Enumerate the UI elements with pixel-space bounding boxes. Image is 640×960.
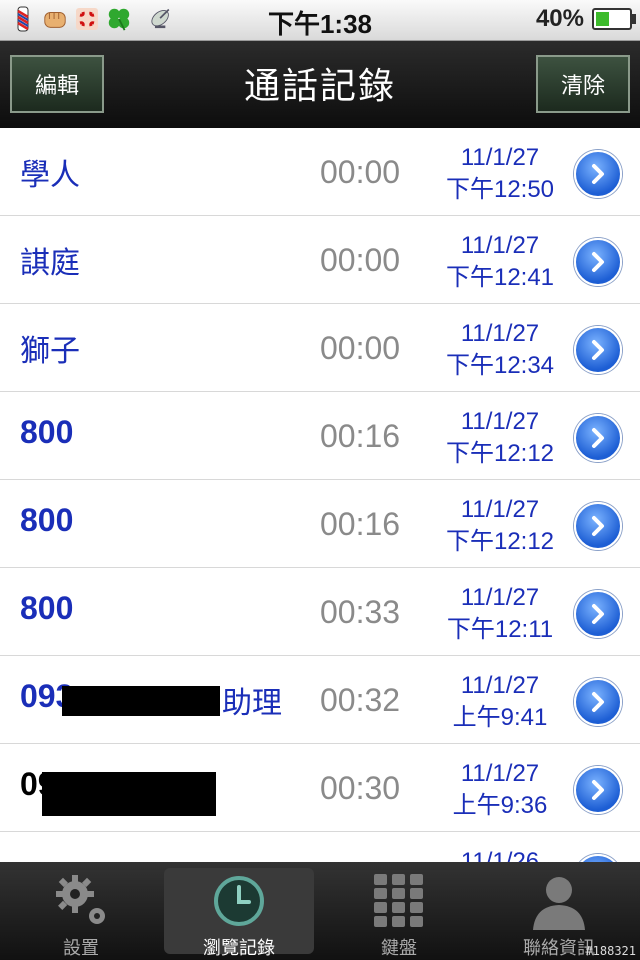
- call-datetime: 11/1/27 下午12:11: [438, 582, 562, 646]
- call-date: 11/1/27: [460, 496, 540, 523]
- contact-name: 獅子: [20, 334, 80, 369]
- call-datetime: 11/1/27 下午12:12: [438, 406, 562, 470]
- call-date: 11/1/27: [460, 232, 540, 259]
- tab-keypad-label: 鍵盤: [381, 938, 417, 959]
- chevron-right-icon: [592, 340, 604, 360]
- call-time: 下午12:41: [445, 264, 555, 291]
- call-row[interactable]: 11/1/26: [0, 832, 640, 862]
- contact-name: 800: [20, 502, 74, 538]
- call-date: 11/1/27: [460, 584, 540, 611]
- detail-disclosure-button[interactable]: [574, 326, 622, 374]
- call-time: 下午12:11: [446, 616, 554, 643]
- contact-name-suffix: 助理: [222, 686, 282, 721]
- call-row[interactable]: 09 00:30 11/1/27 上午9:36: [0, 744, 640, 832]
- tab-bar: 設置 瀏覽記錄 鍵盤 聯絡資訊 #188321: [0, 862, 640, 960]
- call-time: 下午12:12: [445, 440, 555, 467]
- chevron-right-icon: [592, 164, 604, 184]
- call-date: 11/1/26: [460, 848, 540, 862]
- chevron-right-icon: [592, 428, 604, 448]
- chevron-right-icon: [592, 516, 604, 536]
- call-duration: 00:30: [320, 770, 401, 806]
- tab-settings[interactable]: 設置: [6, 868, 156, 959]
- chevron-right-icon: [592, 604, 604, 624]
- contact-name: 諆庭: [20, 246, 80, 281]
- call-duration: 00:00: [320, 330, 401, 366]
- redaction-block: [42, 772, 216, 816]
- contact-name: 學人: [20, 158, 80, 193]
- call-date: 11/1/27: [460, 760, 540, 787]
- chevron-right-icon: [592, 252, 604, 272]
- call-duration: 00:33: [320, 594, 401, 630]
- battery-icon: [592, 8, 636, 30]
- clear-button[interactable]: 清除: [536, 55, 630, 113]
- call-row[interactable]: 800 00:16 11/1/27 下午12:12: [0, 480, 640, 568]
- call-datetime: 11/1/27 下午12:41: [438, 230, 562, 294]
- call-row[interactable]: 獅子 00:00 11/1/27 下午12:34: [0, 304, 640, 392]
- call-datetime: 11/1/27 上午9:36: [438, 758, 562, 822]
- detail-disclosure-button[interactable]: [574, 150, 622, 198]
- call-row[interactable]: 諆庭 00:00 11/1/27 下午12:41: [0, 216, 640, 304]
- chevron-right-icon: [592, 780, 604, 800]
- battery-indicator: 40%: [535, 5, 636, 33]
- call-date: 11/1/27: [460, 672, 540, 699]
- call-time: 上午9:41: [452, 704, 548, 731]
- call-duration: 00:00: [320, 154, 401, 190]
- battery-percent: 40%: [535, 5, 584, 32]
- call-time: 上午9:36: [452, 792, 548, 819]
- call-time: 下午12:34: [445, 352, 555, 379]
- call-datetime: 11/1/27 上午9:41: [438, 670, 562, 734]
- tab-contacts[interactable]: 聯絡資訊: [484, 868, 634, 959]
- contact-name: 800: [20, 590, 74, 626]
- call-row[interactable]: 學人 00:00 11/1/27 下午12:50: [0, 128, 640, 216]
- nav-bar: 編輯 通話記錄 清除: [0, 41, 640, 128]
- call-date: 11/1/27: [460, 320, 540, 347]
- person-silhouette-icon: [533, 877, 585, 930]
- call-row[interactable]: 800 00:33 11/1/27 下午12:11: [0, 568, 640, 656]
- tab-keypad[interactable]: 鍵盤: [324, 868, 474, 959]
- call-history-list[interactable]: 學人 00:00 11/1/27 下午12:50 諆庭 00:00 11/1/2…: [0, 128, 640, 862]
- call-duration: 00:32: [320, 682, 401, 718]
- call-time: 下午12:50: [445, 176, 555, 203]
- call-duration: 00:00: [320, 242, 401, 278]
- call-datetime: 11/1/27 下午12:34: [438, 318, 562, 382]
- clock-icon: [214, 876, 264, 926]
- detail-disclosure-button[interactable]: [574, 766, 622, 814]
- tab-settings-label: 設置: [63, 938, 99, 959]
- chevron-right-icon: [592, 692, 604, 712]
- call-duration: 00:16: [320, 418, 401, 454]
- call-duration: 00:16: [320, 506, 401, 542]
- call-datetime: 11/1/26: [438, 846, 562, 862]
- call-datetime: 11/1/27 下午12:12: [438, 494, 562, 558]
- call-row[interactable]: 093 助理 00:32 11/1/27 上午9:41: [0, 656, 640, 744]
- call-date: 11/1/27: [460, 408, 540, 435]
- call-row[interactable]: 800 00:16 11/1/27 下午12:12: [0, 392, 640, 480]
- redaction-block: [62, 686, 220, 716]
- detail-disclosure-button[interactable]: [574, 414, 622, 462]
- call-datetime: 11/1/27 下午12:50: [438, 142, 562, 206]
- tab-history[interactable]: 瀏覽記錄: [164, 868, 314, 959]
- watermark: #188321: [585, 944, 636, 958]
- detail-disclosure-button[interactable]: [574, 502, 622, 550]
- keypad-icon: [374, 874, 423, 927]
- call-date: 11/1/27: [460, 144, 540, 171]
- detail-disclosure-button[interactable]: [574, 238, 622, 286]
- tab-history-label: 瀏覽記錄: [203, 938, 275, 959]
- call-time: 下午12:12: [445, 528, 555, 555]
- contact-name: 800: [20, 414, 74, 450]
- detail-disclosure-button[interactable]: [574, 854, 622, 862]
- status-bar: 下午1:38 40%: [0, 0, 640, 41]
- detail-disclosure-button[interactable]: [574, 678, 622, 726]
- detail-disclosure-button[interactable]: [574, 590, 622, 638]
- gear-icon: [56, 875, 105, 924]
